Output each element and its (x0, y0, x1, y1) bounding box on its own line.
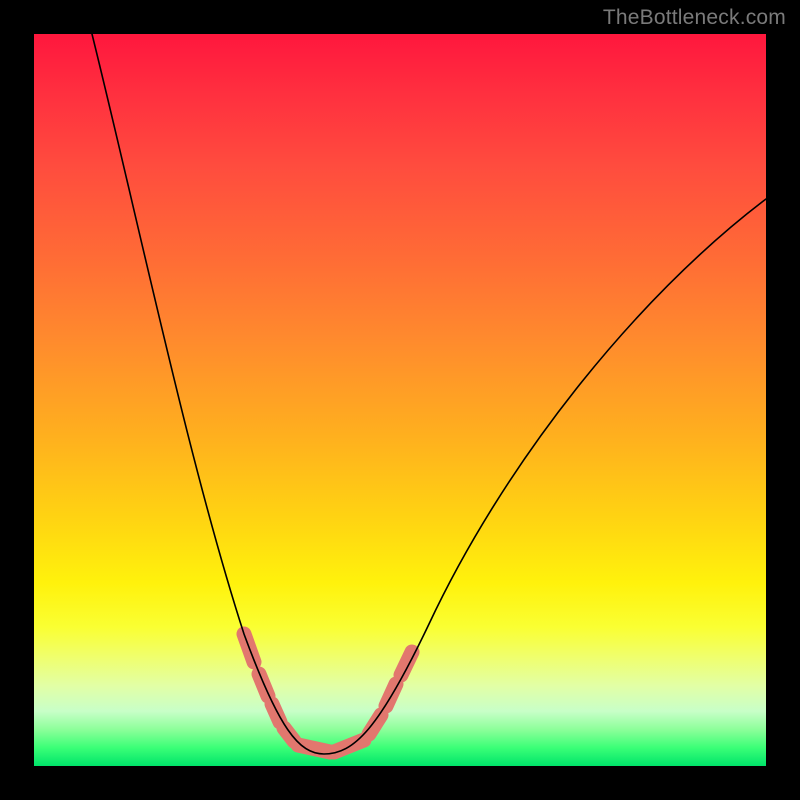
rough-seg-r2 (369, 715, 381, 734)
rough-band-left (244, 634, 330, 752)
rough-seg-l3 (272, 704, 280, 722)
watermark-text: TheBottleneck.com (603, 6, 786, 30)
chart-plot-area (34, 34, 766, 766)
rough-seg-r4 (401, 652, 412, 675)
rough-band-right (334, 652, 412, 752)
rough-seg-l4 (284, 728, 294, 741)
chart-svg (34, 34, 766, 766)
bottleneck-curve (92, 34, 766, 754)
